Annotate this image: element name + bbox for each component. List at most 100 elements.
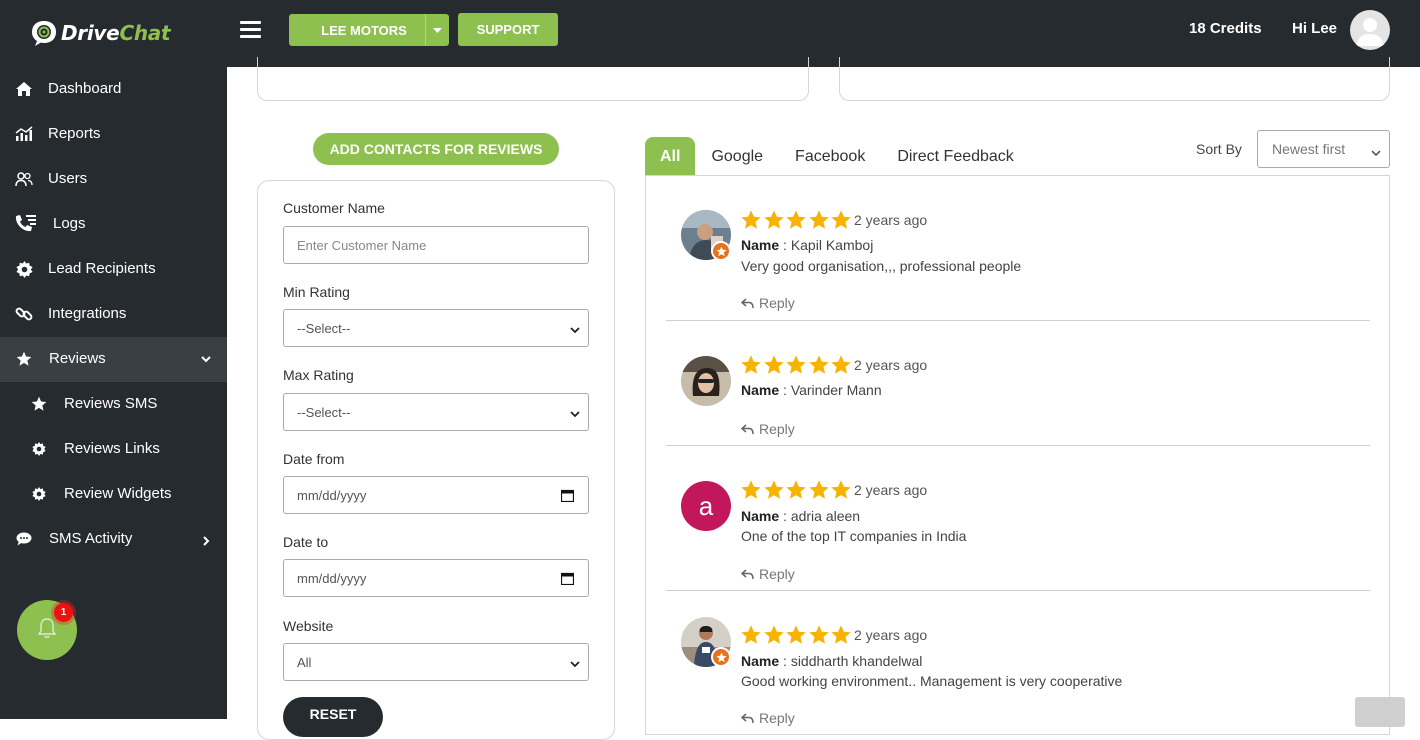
logo-text: DriveChat [61, 21, 171, 45]
tab-google[interactable]: Google [695, 137, 779, 176]
user-avatar-icon[interactable] [1350, 10, 1390, 50]
star-icon [763, 210, 784, 229]
min-rating-label: Min Rating [283, 284, 350, 300]
max-rating-value: --Select-- [297, 404, 351, 420]
star-icon [831, 355, 851, 374]
website-select[interactable]: All [283, 643, 589, 681]
star-rating [740, 209, 853, 231]
chevron-down-icon[interactable] [199, 352, 213, 366]
sidebar-item-reviews-links[interactable]: Reviews Links [0, 427, 227, 472]
reviewer-name: Name : Varinder Mann [741, 382, 882, 398]
review-item: 2 years ago Name : siddharth khandelwal … [666, 591, 1370, 736]
home-icon [15, 80, 33, 98]
min-rating-value: --Select-- [297, 320, 351, 336]
reviewer-initial-avatar: a [681, 481, 731, 531]
reply-icon [741, 423, 754, 434]
star-icon [763, 355, 784, 374]
chevron-down-icon [570, 657, 580, 668]
main-content: ADD CONTACTS FOR REVIEWS Customer Name E… [227, 57, 1420, 740]
review-filter-panel: Customer Name Enter Customer Name Min Ra… [257, 180, 615, 740]
review-item: a 2 years ago Name : adria aleen One of … [666, 446, 1370, 591]
star-icon [808, 210, 829, 229]
sidebar-item-lead-recipients[interactable]: Lead Recipients [0, 247, 227, 292]
sidebar-item-review-widgets[interactable]: Review Widgets [0, 472, 227, 517]
tab-direct-feedback[interactable]: Direct Feedback [881, 137, 1030, 176]
reply-button[interactable]: Reply [741, 566, 795, 582]
sort-select[interactable]: Newest first [1257, 130, 1390, 168]
review-time: 2 years ago [854, 212, 928, 228]
review-item: 2 years ago Name : Varinder Mann Reply [666, 321, 1370, 446]
reviewer-name: Name : adria aleen [741, 508, 861, 524]
chevron-down-icon [570, 323, 580, 334]
link-icon [15, 305, 33, 323]
sidebar-item-reviews-sms[interactable]: Reviews SMS [0, 382, 227, 427]
local-guide-badge-icon [711, 647, 731, 667]
min-rating-select[interactable]: --Select-- [283, 309, 589, 347]
max-rating-select[interactable]: --Select-- [283, 393, 589, 431]
scroll-to-top-button[interactable] [1355, 697, 1405, 727]
star-icon [741, 355, 761, 374]
star-icon [763, 625, 784, 644]
reply-icon [741, 712, 754, 723]
reset-button[interactable]: RESET [283, 697, 383, 737]
date-to-label: Date to [283, 534, 329, 550]
date-from-value: mm/dd/yyyy [297, 487, 367, 503]
star-icon [763, 480, 784, 499]
drivechat-logo[interactable]: DriveChat [30, 16, 171, 50]
review-time: 2 years ago [854, 627, 928, 643]
star-icon [741, 210, 761, 229]
date-from-input[interactable]: mm/dd/yyyy [283, 476, 589, 514]
menu-toggle-icon[interactable] [240, 21, 261, 39]
sidebar-item-reviews[interactable]: Reviews [0, 337, 227, 382]
phone-list-icon [14, 215, 38, 233]
reply-icon [741, 297, 754, 308]
chat-icon [15, 530, 33, 548]
sort-value: Newest first [1272, 141, 1346, 157]
calendar-icon[interactable] [560, 572, 575, 586]
caret-down-icon[interactable] [425, 14, 449, 46]
star-icon [831, 210, 851, 229]
sidebar-item-dashboard[interactable]: Dashboard [0, 67, 227, 112]
sort-by-label: Sort By [1196, 141, 1242, 157]
chevron-down-icon [570, 407, 580, 418]
summary-card [839, 57, 1390, 101]
star-icon [786, 210, 806, 229]
support-button[interactable]: SUPPORT [458, 13, 558, 46]
tab-all[interactable]: All [645, 137, 696, 176]
reply-button[interactable]: Reply [741, 421, 795, 437]
reviewer-name: Name : siddharth khandelwal [741, 653, 923, 669]
tab-facebook[interactable]: Facebook [779, 137, 881, 176]
date-to-input[interactable]: mm/dd/yyyy [283, 559, 589, 597]
sidebar-item-logs[interactable]: Logs [0, 202, 227, 247]
review-text: Good working environment.. Management is… [741, 673, 1123, 689]
summary-card [257, 57, 809, 101]
gear-icon [30, 485, 48, 503]
reply-button[interactable]: Reply [741, 710, 795, 726]
bar-chart-icon [15, 125, 33, 143]
review-time: 2 years ago [854, 357, 928, 373]
gear-icon [15, 260, 33, 278]
sidebar-item-sms-activity[interactable]: SMS Activity [0, 517, 227, 562]
star-icon [15, 350, 33, 368]
review-text: Very good organisation,,, professional p… [741, 258, 1022, 274]
dealer-label: LEE MOTORS [321, 22, 407, 38]
gear-icon [30, 440, 48, 458]
reviewer-name: Name : Kapil Kamboj [741, 237, 874, 253]
customer-name-input[interactable]: Enter Customer Name [283, 226, 589, 264]
reviewer-avatar [681, 356, 731, 406]
sidebar-item-integrations[interactable]: Integrations [0, 292, 227, 337]
star-icon [741, 625, 761, 644]
reviews-list: 2 years ago Name : Kapil Kamboj Very goo… [645, 175, 1390, 735]
calendar-icon[interactable] [560, 489, 575, 503]
review-source-tabs: All Google Facebook Direct Feedback [645, 137, 1030, 176]
sidebar-item-reports[interactable]: Reports [0, 112, 227, 157]
reply-icon [741, 568, 754, 579]
reply-button[interactable]: Reply [741, 295, 795, 311]
star-icon [786, 355, 806, 374]
dealer-dropdown-button[interactable]: LEE MOTORS [289, 14, 449, 46]
sidebar-item-users[interactable]: Users [0, 157, 227, 202]
add-contacts-button[interactable]: ADD CONTACTS FOR REVIEWS [313, 133, 559, 165]
star-rating [740, 479, 853, 501]
chat-bubble-logo-icon [30, 19, 58, 47]
chevron-right-icon[interactable] [199, 534, 213, 548]
